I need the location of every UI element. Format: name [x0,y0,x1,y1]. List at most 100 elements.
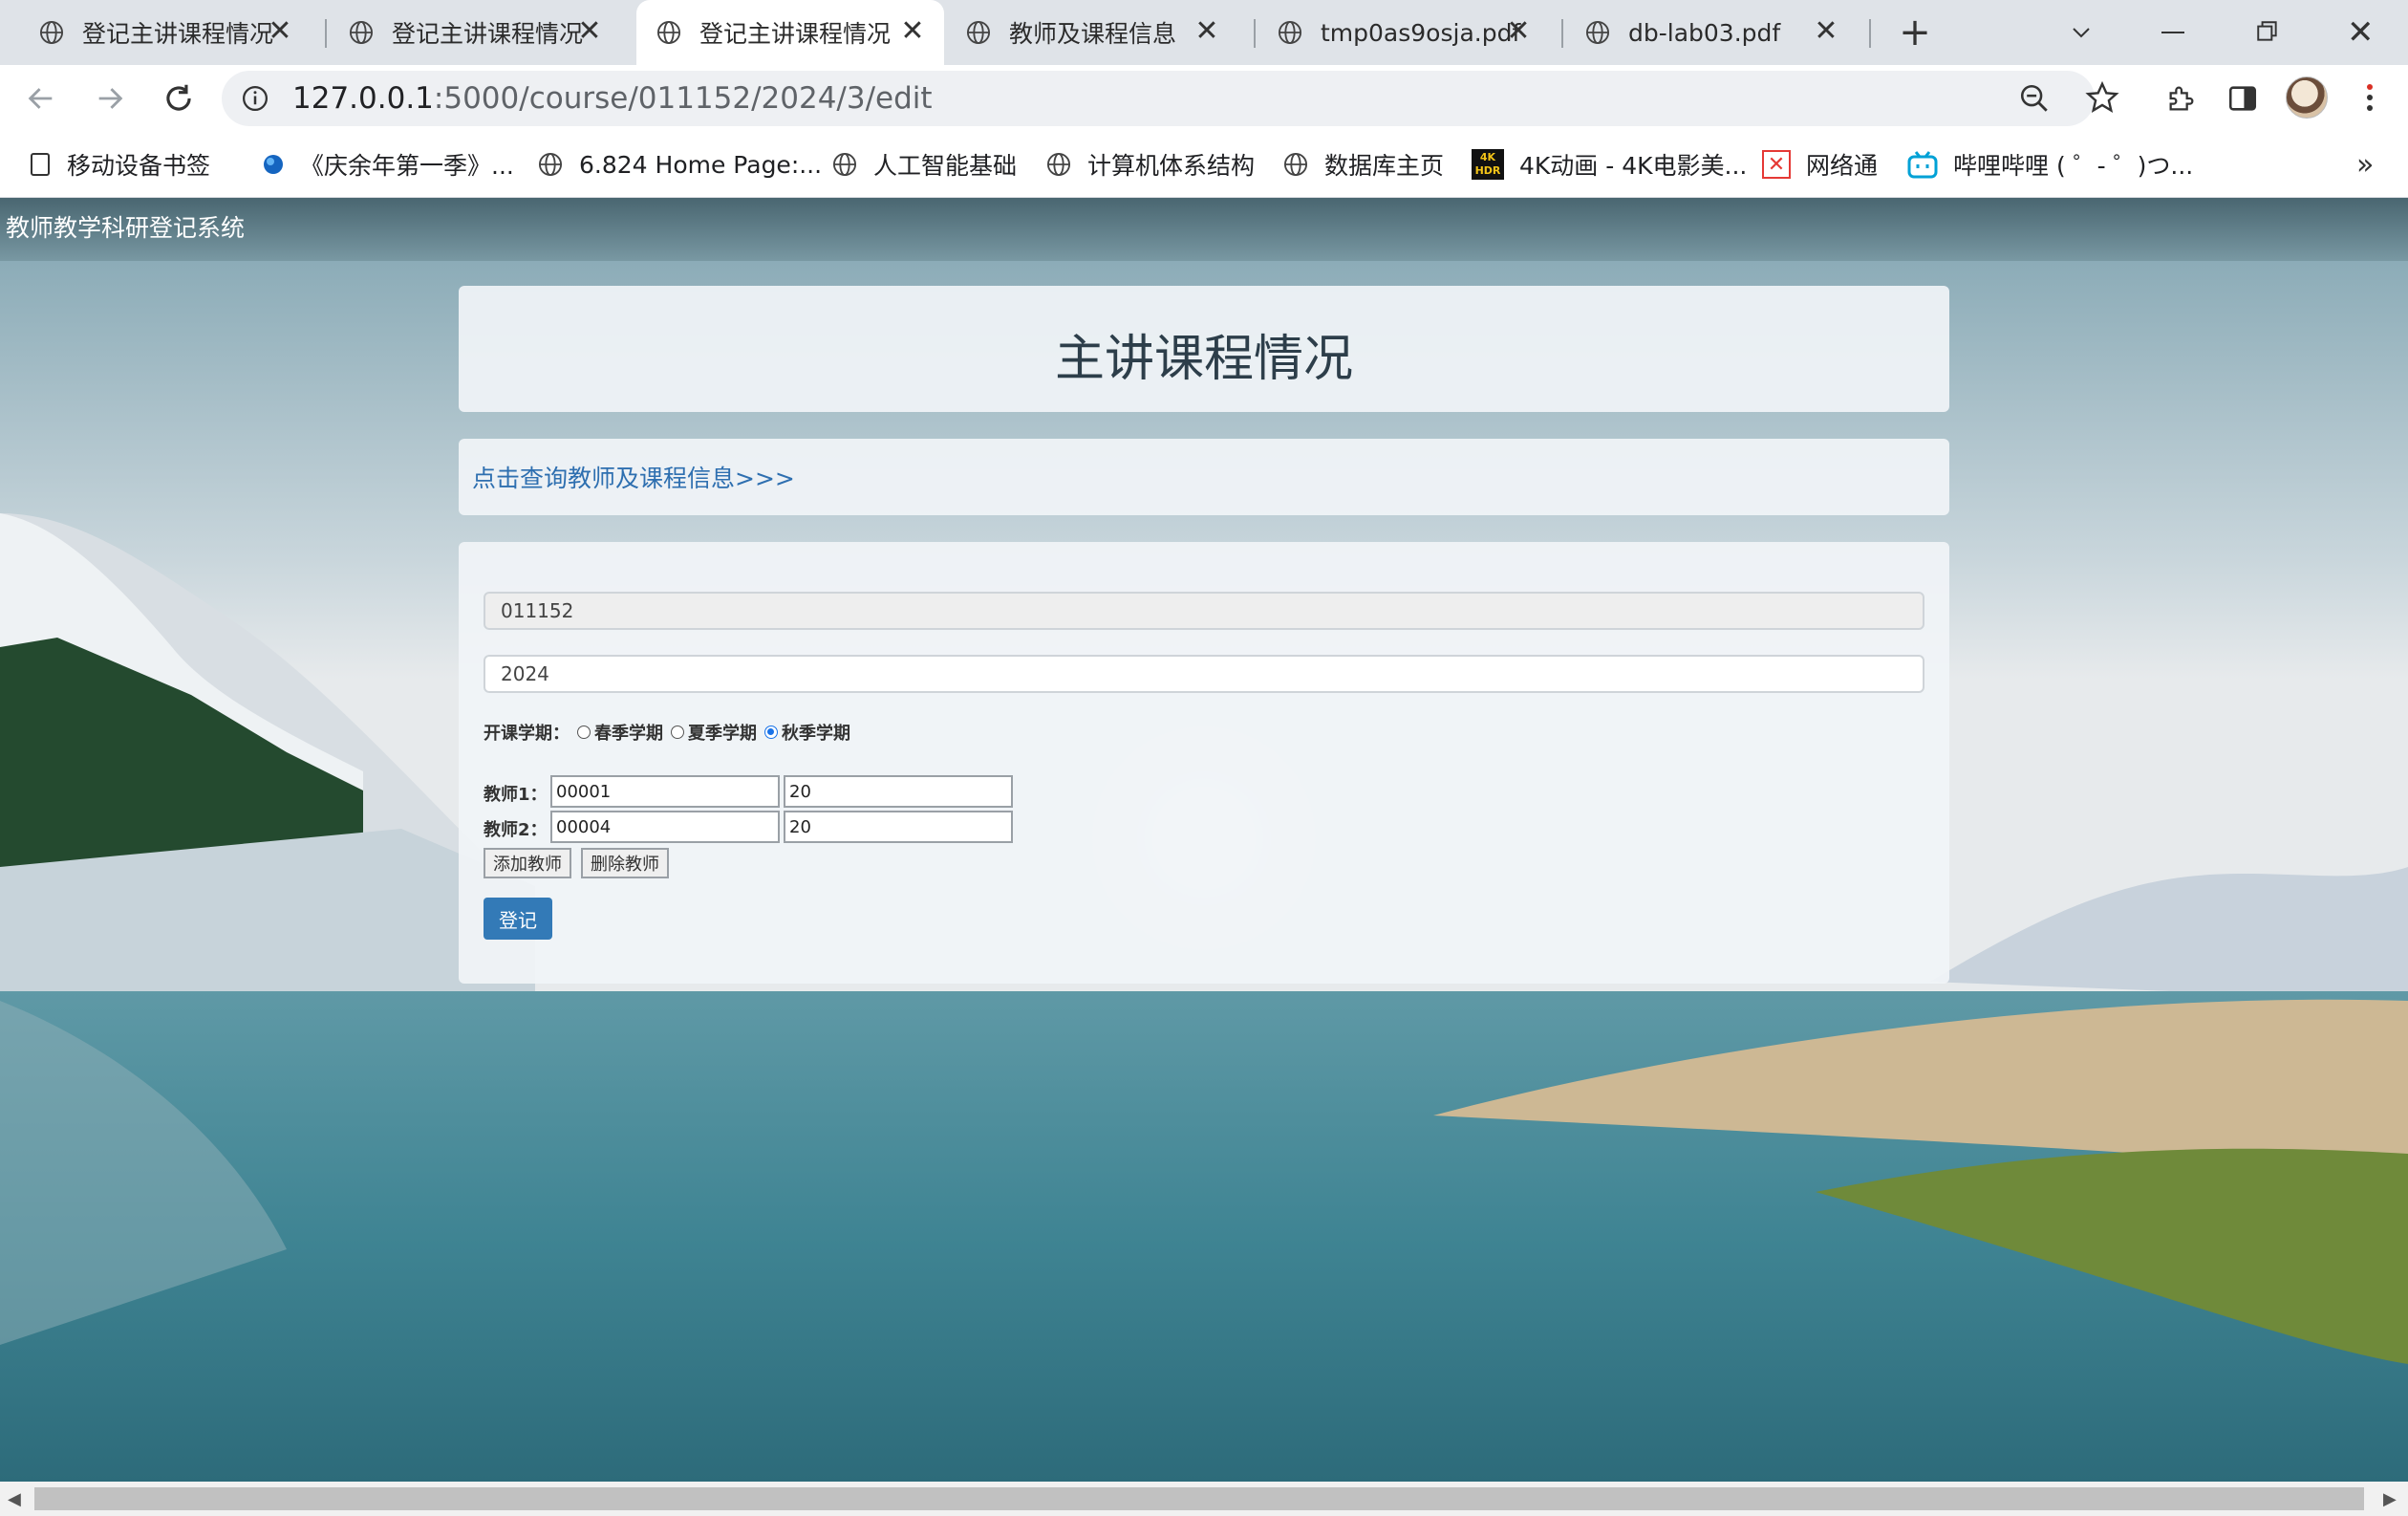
4k-hdr-icon: 4K HDR [1472,149,1504,180]
submit-button[interactable]: 登记 [484,898,552,940]
radio-spring[interactable] [577,726,591,739]
url-path: :5000/course/011152/2024/3/edit [433,81,933,116]
tab-0[interactable]: 登记主讲课程情况 ✕ [19,0,312,65]
close-icon[interactable]: ✕ [266,17,294,46]
bookmark-label: 网络通 [1806,152,1879,180]
title-panel: 主讲课程情况 [459,286,1949,412]
spring-label: 春季学期 [594,724,663,744]
info-icon[interactable] [241,84,269,113]
tab-separator [1561,19,1563,48]
close-icon[interactable]: ✕ [1193,17,1221,46]
minimize-icon[interactable] [2161,32,2184,33]
bookmark-arch[interactable]: 计算机体系结构 [1045,132,1255,197]
globe-icon [39,20,64,45]
globe-icon [1278,20,1302,45]
autumn-label: 秋季学期 [782,724,850,744]
scroll-right-icon[interactable]: ▶ [2383,1489,2397,1509]
bookmark-square-icon [31,153,50,176]
bookmark-label: 《庆余年第一季》... [300,152,514,180]
forward-icon[interactable] [92,82,128,115]
scroll-left-icon[interactable]: ◀ [8,1489,21,1509]
bookmark-bilibili[interactable]: 哔哩哔哩 ( ゜- ゜)つ... [1907,132,2193,197]
add-teacher-button[interactable]: 添加教师 [484,848,571,878]
teacher-1-label: 教师1： [484,785,548,805]
teacher-1-hours-input[interactable] [784,775,1013,808]
tab-3[interactable]: 教师及课程信息 ✕ [946,0,1238,65]
teacher-2-id-input[interactable] [550,811,780,843]
more-bookmarks-icon[interactable]: » [2356,132,2374,197]
tab-separator [325,19,327,48]
bookmark-6824[interactable]: 6.824 Home Page:... [537,132,822,197]
globe-icon [966,20,991,45]
remove-teacher-button[interactable]: 删除教师 [581,848,669,878]
course-id-input[interactable] [484,592,1924,630]
bookmark-mobile[interactable]: 移动设备书签 [29,132,210,197]
close-icon[interactable]: ✕ [575,17,604,46]
star-icon[interactable] [2085,80,2119,115]
tab-strip: 登记主讲课程情况 ✕ 登记主讲课程情况 ✕ 登记主讲课程情况 ✕ 教师及课程信息… [0,0,2408,65]
teacher-2-label: 教师2： [484,820,548,840]
bookmark-ai[interactable]: 人工智能基础 [831,132,1017,197]
tab-2-active[interactable]: 登记主讲课程情况 ✕ [636,0,944,65]
tab-title: 登记主讲课程情况 [699,20,892,48]
site-brand[interactable]: 教师教学科研登记系统 [6,211,245,246]
wangluotong-icon: ✕ [1762,150,1791,179]
tab-separator [1869,19,1871,48]
tab-separator [1254,19,1256,48]
tab-1[interactable]: 登记主讲课程情况 ✕ [329,0,621,65]
globe-icon [349,20,374,45]
tab-4[interactable]: tmp0as9osja.pdf ✕ [1258,0,1550,65]
summer-label: 夏季学期 [688,724,757,744]
tab-title: db-lab03.pdf [1628,18,1781,47]
bookmark-qingyunian[interactable]: 《庆余年第一季》... [262,132,514,197]
url-host: 127.0.0.1 [292,81,434,116]
course-form-panel: 开课学期： 春季学期 夏季学期 秋季学期 教师1： 教师2： 添加教师 删除教师… [459,542,1949,984]
bookmark-label: 哔哩哔哩 ( ゜- ゜)つ... [1953,152,2194,180]
bookmark-wangluotong[interactable]: ✕ 网络通 [1762,132,1878,197]
bookmark-db[interactable]: 数据库主页 [1282,132,1444,197]
semester-label: 开课学期： [484,724,570,744]
chevron-down-icon[interactable] [2068,21,2095,44]
page-title: 主讲课程情况 [1054,331,1353,388]
zoom-out-icon[interactable] [2018,82,2051,115]
globe-icon [538,152,563,177]
globe-icon [1585,20,1610,45]
teacher-2-hours-input[interactable] [784,811,1013,843]
globe-icon [1283,152,1308,177]
radio-summer[interactable] [671,726,684,739]
scrollbar-thumb[interactable] [34,1487,2364,1510]
globe-icon [1046,152,1071,177]
semester-radio-group: 开课学期： 春季学期 夏季学期 秋季学期 [484,720,850,745]
new-tab-icon[interactable]: + [1896,13,1934,52]
url-text[interactable]: 127.0.0.1:5000/course/011152/2024/3/edit [292,78,933,119]
bookmark-4k[interactable]: 4K HDR 4K动画 - 4K电影美... [1472,132,1747,197]
side-panel-icon[interactable] [2226,82,2259,115]
radio-autumn[interactable] [764,726,778,739]
avatar[interactable] [2286,76,2328,119]
bookmark-label: 数据库主页 [1324,152,1445,180]
close-icon[interactable]: ✕ [898,17,927,46]
year-input[interactable] [484,655,1924,693]
globe-icon [656,20,681,45]
reload-icon[interactable] [161,80,197,117]
tab-5[interactable]: db-lab03.pdf ✕ [1565,0,1858,65]
back-icon[interactable] [23,82,59,115]
page-viewport: 教师教学科研登记系统 主讲课程情况 点击查询教师及课程信息>>> 开课学期： 春… [0,198,2408,1482]
close-window-icon[interactable]: ✕ [2347,13,2379,52]
restore-icon[interactable] [2255,19,2280,44]
bookmark-label: 4K动画 - 4K电影美... [1519,152,1748,180]
bookmarks-bar: 移动设备书签 《庆余年第一季》... 6.824 Home Page:... 人… [0,132,2408,198]
link-panel: 点击查询教师及课程信息>>> [459,439,1949,515]
tab-title: tmp0as9osja.pdf [1321,18,1521,47]
query-teacher-course-link[interactable]: 点击查询教师及课程信息>>> [472,460,795,494]
site-navbar: 教师教学科研登记系统 [0,198,2408,261]
teacher-1-id-input[interactable] [550,775,780,808]
menu-icon[interactable] [2364,80,2376,115]
close-icon[interactable]: ✕ [1504,17,1533,46]
bookmark-label: 移动设备书签 [67,152,211,180]
globe-blue-icon [264,155,283,174]
tab-title: 登记主讲课程情况 [392,20,584,48]
close-icon[interactable]: ✕ [1812,17,1840,46]
globe-icon [832,152,857,177]
extensions-icon[interactable] [2165,82,2198,115]
